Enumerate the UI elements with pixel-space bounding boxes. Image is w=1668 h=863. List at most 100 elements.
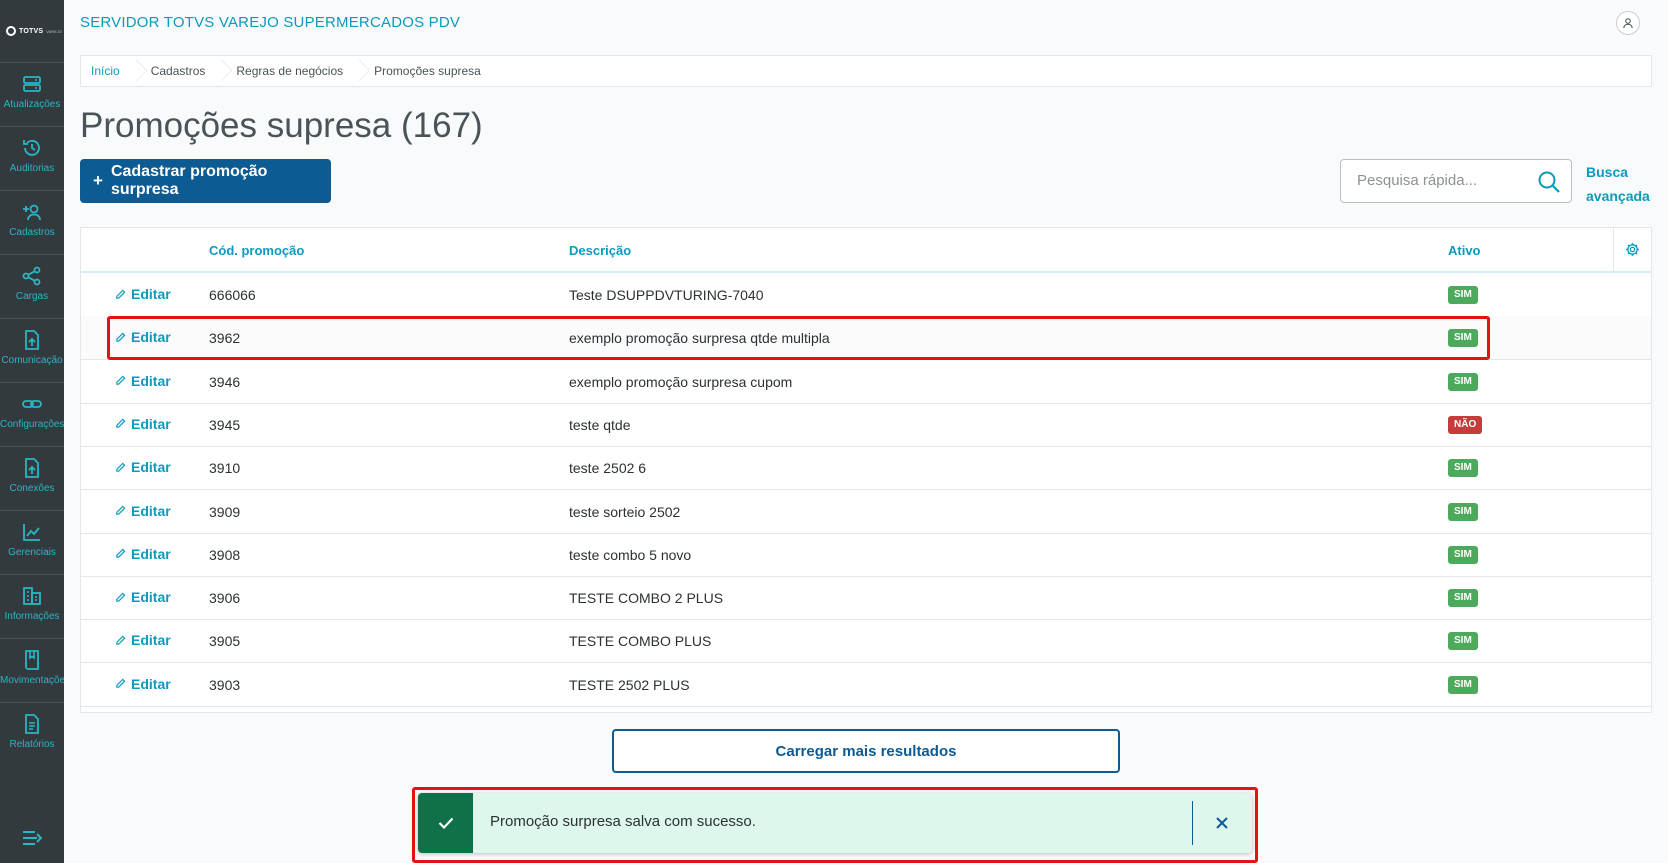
breadcrumb: Início Cadastros Regras de negócios Prom… — [80, 55, 1652, 87]
sidebar: TOTVS VAREJO Atualizações Auditorias Cadas… — [0, 0, 64, 863]
sidebar-item-cadastros[interactable]: Cadastros — [0, 190, 64, 254]
promotion-description: TESTE COMBO 2 PLUS — [569, 590, 724, 607]
building-icon — [23, 587, 41, 605]
status-badge: SIM — [1448, 459, 1478, 478]
table-row: Editar 3945 teste qtde NÃO — [81, 403, 1651, 447]
add-user-icon — [23, 204, 41, 221]
sidebar-item-label: Movimentações — [0, 675, 64, 686]
status-badge: SIM — [1448, 589, 1478, 608]
sidebar-item-label: Informações — [4, 611, 60, 622]
quick-search — [1340, 159, 1572, 203]
close-icon — [1216, 817, 1228, 829]
edit-link[interactable]: Editar — [115, 416, 171, 432]
sidebar-item-conexoes[interactable]: Conexões — [0, 446, 64, 510]
collapse-menu-button[interactable] — [0, 818, 64, 858]
promotions-table: Cód. promoção Descrição Ativo Editar 6660… — [80, 227, 1652, 713]
book-icon — [25, 650, 39, 670]
promotion-code: 3962 — [209, 330, 241, 347]
sidebar-item-relatorios[interactable]: Relatórios — [0, 702, 64, 766]
table-row: Editar 3905 TESTE COMBO PLUS SIM — [81, 619, 1651, 664]
edit-label: Editar — [131, 459, 171, 476]
sidebar-item-cargas[interactable]: Cargas — [0, 254, 64, 318]
edit-link[interactable]: Editar — [115, 589, 171, 605]
search-icon[interactable] — [1537, 170, 1561, 194]
sidebar-item-label: Cargas — [15, 291, 49, 302]
edit-label: Editar — [131, 545, 171, 562]
collapse-menu-icon — [23, 831, 42, 845]
edit-link[interactable]: Editar — [115, 676, 171, 692]
promotion-code: 3903 — [209, 676, 241, 693]
promotion-description: exemplo promoção surpresa qtde multipla — [569, 330, 830, 347]
sidebar-item-informacoes[interactable]: Informações — [0, 574, 64, 638]
toast-divider — [1192, 801, 1193, 845]
sidebar-item-label: Conexões — [9, 483, 55, 494]
edit-link[interactable]: Editar — [115, 286, 171, 302]
load-more-button[interactable]: Carregar mais resultados — [612, 729, 1120, 773]
status-badge: SIM — [1448, 632, 1478, 651]
pencil-icon — [116, 548, 126, 559]
advanced-search-link[interactable]: Busca avançada — [1586, 160, 1650, 208]
column-header-code[interactable]: Cód. promoção — [209, 243, 304, 258]
success-toast: Promoção surpresa salva com sucesso. — [418, 793, 1252, 853]
status-badge: SIM — [1448, 545, 1478, 564]
pencil-icon — [116, 592, 126, 602]
sidebar-item-label: Configurações — [0, 419, 64, 430]
table-row: Editar 3962 exemplo promoção surpresa qtde… — [81, 316, 1651, 361]
promotion-code: 666066 — [209, 287, 256, 303]
logo-subtext: VAREJO — [46, 28, 62, 34]
app-title: SERVIDOR TOTVS VAREJO SUPERMERCADOS PDV — [80, 14, 461, 31]
sidebar-item-auditorias[interactable]: Auditorias — [0, 126, 64, 190]
promotion-description: teste 2502 6 — [569, 460, 647, 477]
edit-label: Editar — [131, 329, 171, 346]
sidebar-item-label: Comunicação — [1, 355, 63, 366]
table-row: Editar 3946 exemplo promoção surpresa cupo… — [81, 360, 1651, 404]
check-icon — [438, 817, 453, 829]
sidebar-item-gerenciais[interactable]: Gerenciais — [0, 510, 64, 574]
promotion-description: Teste DSUPPDVTURING-7040 — [569, 287, 764, 303]
column-header-active[interactable]: Ativo — [1448, 243, 1481, 258]
edit-label: Editar — [131, 589, 171, 606]
edit-link[interactable]: Editar — [115, 632, 171, 648]
edit-link[interactable]: Editar — [115, 373, 171, 389]
pencil-icon — [116, 678, 126, 688]
user-menu-button[interactable] — [1616, 11, 1640, 35]
breadcrumb-item-cadastros[interactable]: Cadastros — [137, 56, 222, 86]
promotion-description: TESTE 2502 PLUS — [569, 676, 690, 693]
table-row: Editar 3908 teste combo 5 novo SIM — [81, 533, 1651, 577]
edit-label: Editar — [131, 675, 171, 692]
share-icon — [22, 266, 41, 286]
promotion-code: 3909 — [209, 503, 241, 520]
upload-file-icon — [25, 330, 39, 350]
sidebar-item-comunicacao[interactable]: Comunicação — [0, 318, 64, 382]
sidebar-item-atualizacoes[interactable]: Atualizações — [0, 62, 64, 126]
add-promotion-button[interactable]: + Cadastrar promoção surpresa — [80, 159, 331, 203]
pencil-icon — [116, 462, 126, 472]
advanced-search-line1: Busca — [1586, 164, 1629, 180]
edit-link[interactable]: Editar — [115, 546, 171, 562]
edit-label: Editar — [131, 632, 171, 649]
sidebar-item-movimentacoes[interactable]: Movimentações — [0, 638, 64, 702]
sidebar-item-configuracoes[interactable]: Configurações — [0, 382, 64, 446]
page-title: Promoções supresa (167) — [80, 106, 483, 145]
table-settings-button[interactable] — [1613, 228, 1651, 271]
edit-link[interactable]: Editar — [115, 459, 171, 475]
promotion-code: 3946 — [209, 373, 241, 390]
logo-text: TOTVS — [19, 27, 44, 35]
edit-link[interactable]: Editar — [115, 503, 171, 519]
user-icon — [1623, 18, 1633, 29]
plus-icon: + — [93, 171, 103, 190]
status-badge: SIM — [1448, 286, 1478, 304]
edit-link[interactable]: Editar — [115, 329, 171, 345]
breadcrumb-item-regras[interactable]: Regras de negócios — [222, 56, 359, 86]
sidebar-item-label: Cadastros — [9, 227, 55, 238]
column-header-description[interactable]: Descrição — [569, 243, 631, 258]
toast-message: Promoção surpresa salva com sucesso. — [490, 813, 756, 830]
table-row: Editar 666066 Teste DSUPPDVTURING-7040 SIM — [81, 273, 1651, 317]
promotion-description: TESTE COMBO PLUS — [569, 633, 712, 650]
search-input[interactable] — [1357, 172, 1537, 189]
promotion-description: teste sorteio 2502 — [569, 503, 681, 520]
promotion-description: exemplo promoção surpresa cupom — [569, 373, 793, 390]
table-row: Editar 3910 teste 2502 6 SIM — [81, 446, 1651, 491]
toast-close-button[interactable] — [1208, 809, 1236, 837]
logo-mark-icon — [6, 26, 16, 36]
